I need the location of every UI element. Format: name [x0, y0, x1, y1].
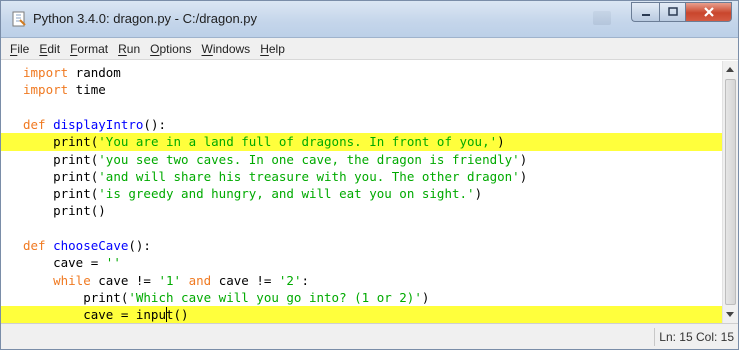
- code-line[interactable]: import random: [1, 64, 722, 82]
- status-bar: Ln: 15 Col: 15: [1, 323, 738, 349]
- code-line[interactable]: cave = '': [1, 254, 722, 272]
- code-token-kw: def: [23, 116, 46, 132]
- python-file-icon: [12, 11, 26, 27]
- code-token-txt: ): [474, 186, 483, 202]
- code-token-txt: ():: [143, 116, 166, 132]
- code-token-kw: def: [23, 238, 46, 253]
- code-line[interactable]: [1, 220, 722, 238]
- title-bar[interactable]: Python 3.4.0: dragon.py - C:/dragon.py: [1, 1, 738, 38]
- code-token-str: 'and will share his treasure with you. T…: [98, 168, 520, 184]
- code-line[interactable]: print('you see two caves. In one cave, t…: [1, 151, 722, 169]
- title-bar-decoration: [593, 11, 611, 25]
- menu-options[interactable]: Options: [145, 42, 196, 56]
- code-token-str: 'you see two caves. In one cave, the dra…: [98, 151, 520, 167]
- code-token-txt: print(: [23, 186, 99, 202]
- menu-run[interactable]: Run: [113, 42, 145, 56]
- maximize-icon: [667, 7, 678, 16]
- code-token-kw: import: [23, 82, 69, 98]
- menu-edit[interactable]: Edit: [34, 42, 65, 56]
- menu-bar: File Edit Format Run Options Windows Hel…: [1, 38, 738, 60]
- scrollbar-thumb[interactable]: [725, 79, 736, 305]
- scroll-down-arrow-icon[interactable]: [726, 312, 734, 317]
- code-token-def: displayIntro: [53, 116, 144, 132]
- menu-help[interactable]: Help: [255, 42, 290, 56]
- code-line[interactable]: [1, 99, 722, 117]
- menu-windows[interactable]: Windows: [197, 42, 256, 56]
- code-token-str: '1': [158, 272, 182, 288]
- code-token-txt: ): [519, 151, 528, 167]
- code-token-kw: and: [188, 272, 212, 288]
- code-line[interactable]: cave = input(): [1, 306, 722, 323]
- code-editor[interactable]: import random import time def displayIntro…: [1, 61, 722, 323]
- code-token-txt: t(): [166, 307, 189, 323]
- code-token-kw: while: [53, 272, 91, 288]
- code-token-str: 'is greedy and hungry, and will eat you …: [98, 186, 475, 202]
- code-line[interactable]: print('is greedy and hungry, and will ea…: [1, 185, 722, 203]
- menu-format[interactable]: Format: [65, 42, 113, 56]
- code-token-txt: print(: [23, 134, 99, 150]
- code-token-txt: ): [497, 134, 505, 150]
- code-token-txt: print(: [23, 168, 99, 184]
- maximize-button[interactable]: [659, 2, 686, 22]
- code-token-txt: ): [421, 289, 430, 305]
- scroll-up-arrow-icon[interactable]: [726, 67, 734, 72]
- code-token-txt: print(: [23, 151, 99, 167]
- minimize-icon: [641, 14, 650, 16]
- window-controls: [631, 2, 732, 22]
- code-token-def: chooseCave: [53, 238, 129, 253]
- close-button[interactable]: [686, 2, 732, 22]
- code-token-txt: cave = inpu: [23, 307, 166, 323]
- code-token-str: '2': [278, 272, 302, 288]
- code-token-kw: import: [23, 65, 69, 80]
- code-token-txt: print(: [23, 289, 129, 305]
- vertical-scrollbar[interactable]: [722, 61, 738, 323]
- code-token-txt: cave =: [23, 255, 106, 271]
- code-token-txt: cave !=: [211, 272, 279, 288]
- code-token-txt: cave !=: [90, 272, 159, 288]
- code-token-txt: print(): [23, 203, 106, 219]
- code-token-txt: ():: [128, 238, 151, 253]
- code-line[interactable]: print('Which cave will you go into? (1 o…: [1, 289, 722, 307]
- code-line[interactable]: print('and will share his treasure with …: [1, 168, 722, 186]
- code-line[interactable]: print(): [1, 202, 722, 220]
- idle-editor-window: Python 3.4.0: dragon.py - C:/dragon.py F…: [0, 0, 739, 350]
- code-token-txt: random: [68, 65, 121, 80]
- window-title: Python 3.4.0: dragon.py - C:/dragon.py: [33, 11, 258, 26]
- code-line[interactable]: import time: [1, 81, 722, 99]
- code-token-str: 'Which cave will you go into? (1 or 2)': [128, 289, 422, 305]
- code-token-txt: ): [519, 168, 528, 184]
- code-line[interactable]: print('You are in a land full of dragons…: [1, 133, 722, 152]
- code-line[interactable]: while cave != '1' and cave != '2':: [1, 272, 722, 290]
- close-icon: [703, 7, 714, 17]
- minimize-button[interactable]: [631, 2, 659, 22]
- code-line[interactable]: def chooseCave():: [1, 237, 722, 255]
- cursor-position: Ln: 15 Col: 15: [654, 328, 738, 346]
- code-token-str: 'You are in a land full of dragons. In f…: [98, 134, 498, 150]
- menu-file[interactable]: File: [5, 42, 34, 56]
- code-token-txt: time: [68, 82, 106, 98]
- code-token-str: '': [105, 255, 121, 271]
- code-line[interactable]: def displayIntro():: [1, 116, 722, 134]
- code-token-txt: :: [301, 272, 310, 288]
